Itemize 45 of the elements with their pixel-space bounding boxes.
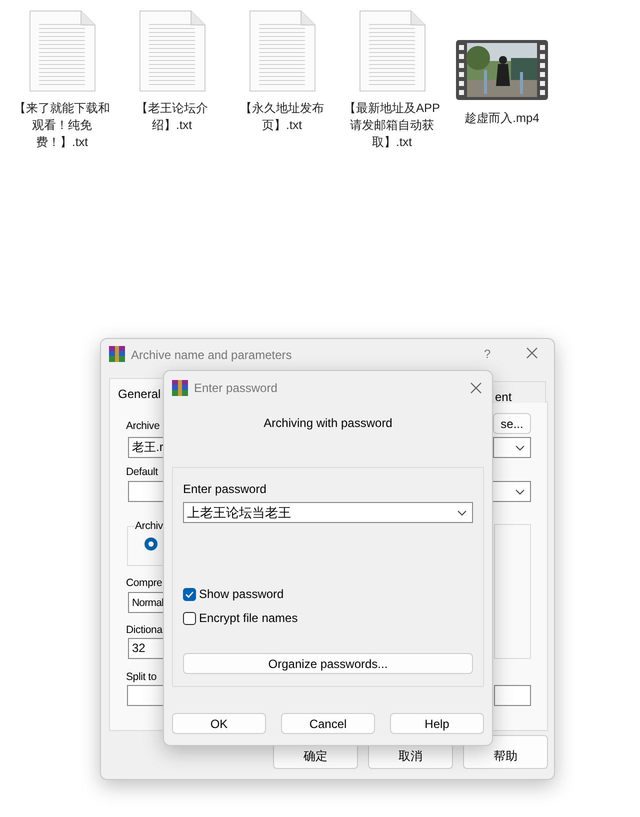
window-title: Archive name and parameters — [131, 347, 292, 364]
check-icon — [185, 590, 194, 598]
file-name[interactable]: 【永久地址发布页】.txt — [234, 100, 330, 134]
checkbox[interactable] — [183, 588, 196, 600]
archive-name-field[interactable]: 老王.r — [128, 437, 164, 458]
dropdown-caret-icon — [515, 444, 525, 450]
password-field[interactable]: 上老王论坛当老王 — [183, 502, 473, 523]
organize-passwords-button[interactable]: Organize passwords... — [183, 653, 473, 674]
dictionary-field[interactable]: 32 — [128, 638, 164, 659]
checkbox-label[interactable]: Show password — [199, 585, 284, 603]
field-label: Archive — [126, 419, 160, 434]
file-name[interactable]: 【老王论坛介绍】.txt — [124, 100, 220, 134]
dropdown-field[interactable] — [493, 437, 531, 458]
checkbox-label[interactable]: Encrypt file names — [199, 609, 298, 627]
dropdown-caret-icon — [457, 510, 467, 516]
file-name[interactable]: 趁虚而入.mp4 — [464, 110, 540, 127]
browse-button[interactable]: se... — [493, 413, 531, 434]
close-icon[interactable] — [526, 347, 538, 359]
window-title: Enter password — [194, 380, 278, 397]
text-file-icon — [358, 10, 426, 92]
dialog-heading: Archiving with password — [262, 415, 394, 432]
field-label: Dictiona — [126, 623, 162, 638]
text-file-icon — [28, 10, 96, 92]
field-label: Compre — [126, 576, 162, 591]
field-label: Default — [126, 465, 158, 480]
dropdown-field[interactable] — [491, 481, 531, 502]
split-field[interactable] — [127, 685, 164, 706]
dialog-button[interactable]: OK — [172, 713, 266, 734]
close-icon[interactable] — [470, 382, 482, 394]
archive-app-icon — [109, 346, 125, 362]
profile-field[interactable] — [128, 481, 164, 502]
help-button[interactable]: ? — [484, 345, 491, 363]
dropdown-caret-icon — [515, 488, 525, 494]
file-name[interactable]: 【最新地址及APP请发邮箱自动获取】.txt — [344, 100, 440, 151]
field-label: Enter password — [183, 481, 268, 498]
field-label: Split to — [126, 670, 156, 685]
volume-field[interactable] — [494, 685, 531, 706]
dialog-button[interactable]: Help — [390, 713, 484, 734]
text-file-icon — [248, 10, 316, 92]
dialog-button[interactable]: Cancel — [281, 713, 375, 734]
archive-app-icon — [172, 380, 188, 396]
checkbox[interactable] — [183, 612, 196, 624]
file-name[interactable]: 【来了就能下载和观看！纯免费！】.txt — [14, 100, 110, 151]
compression-field[interactable]: Normal — [128, 592, 164, 613]
text-file-icon — [138, 10, 206, 92]
